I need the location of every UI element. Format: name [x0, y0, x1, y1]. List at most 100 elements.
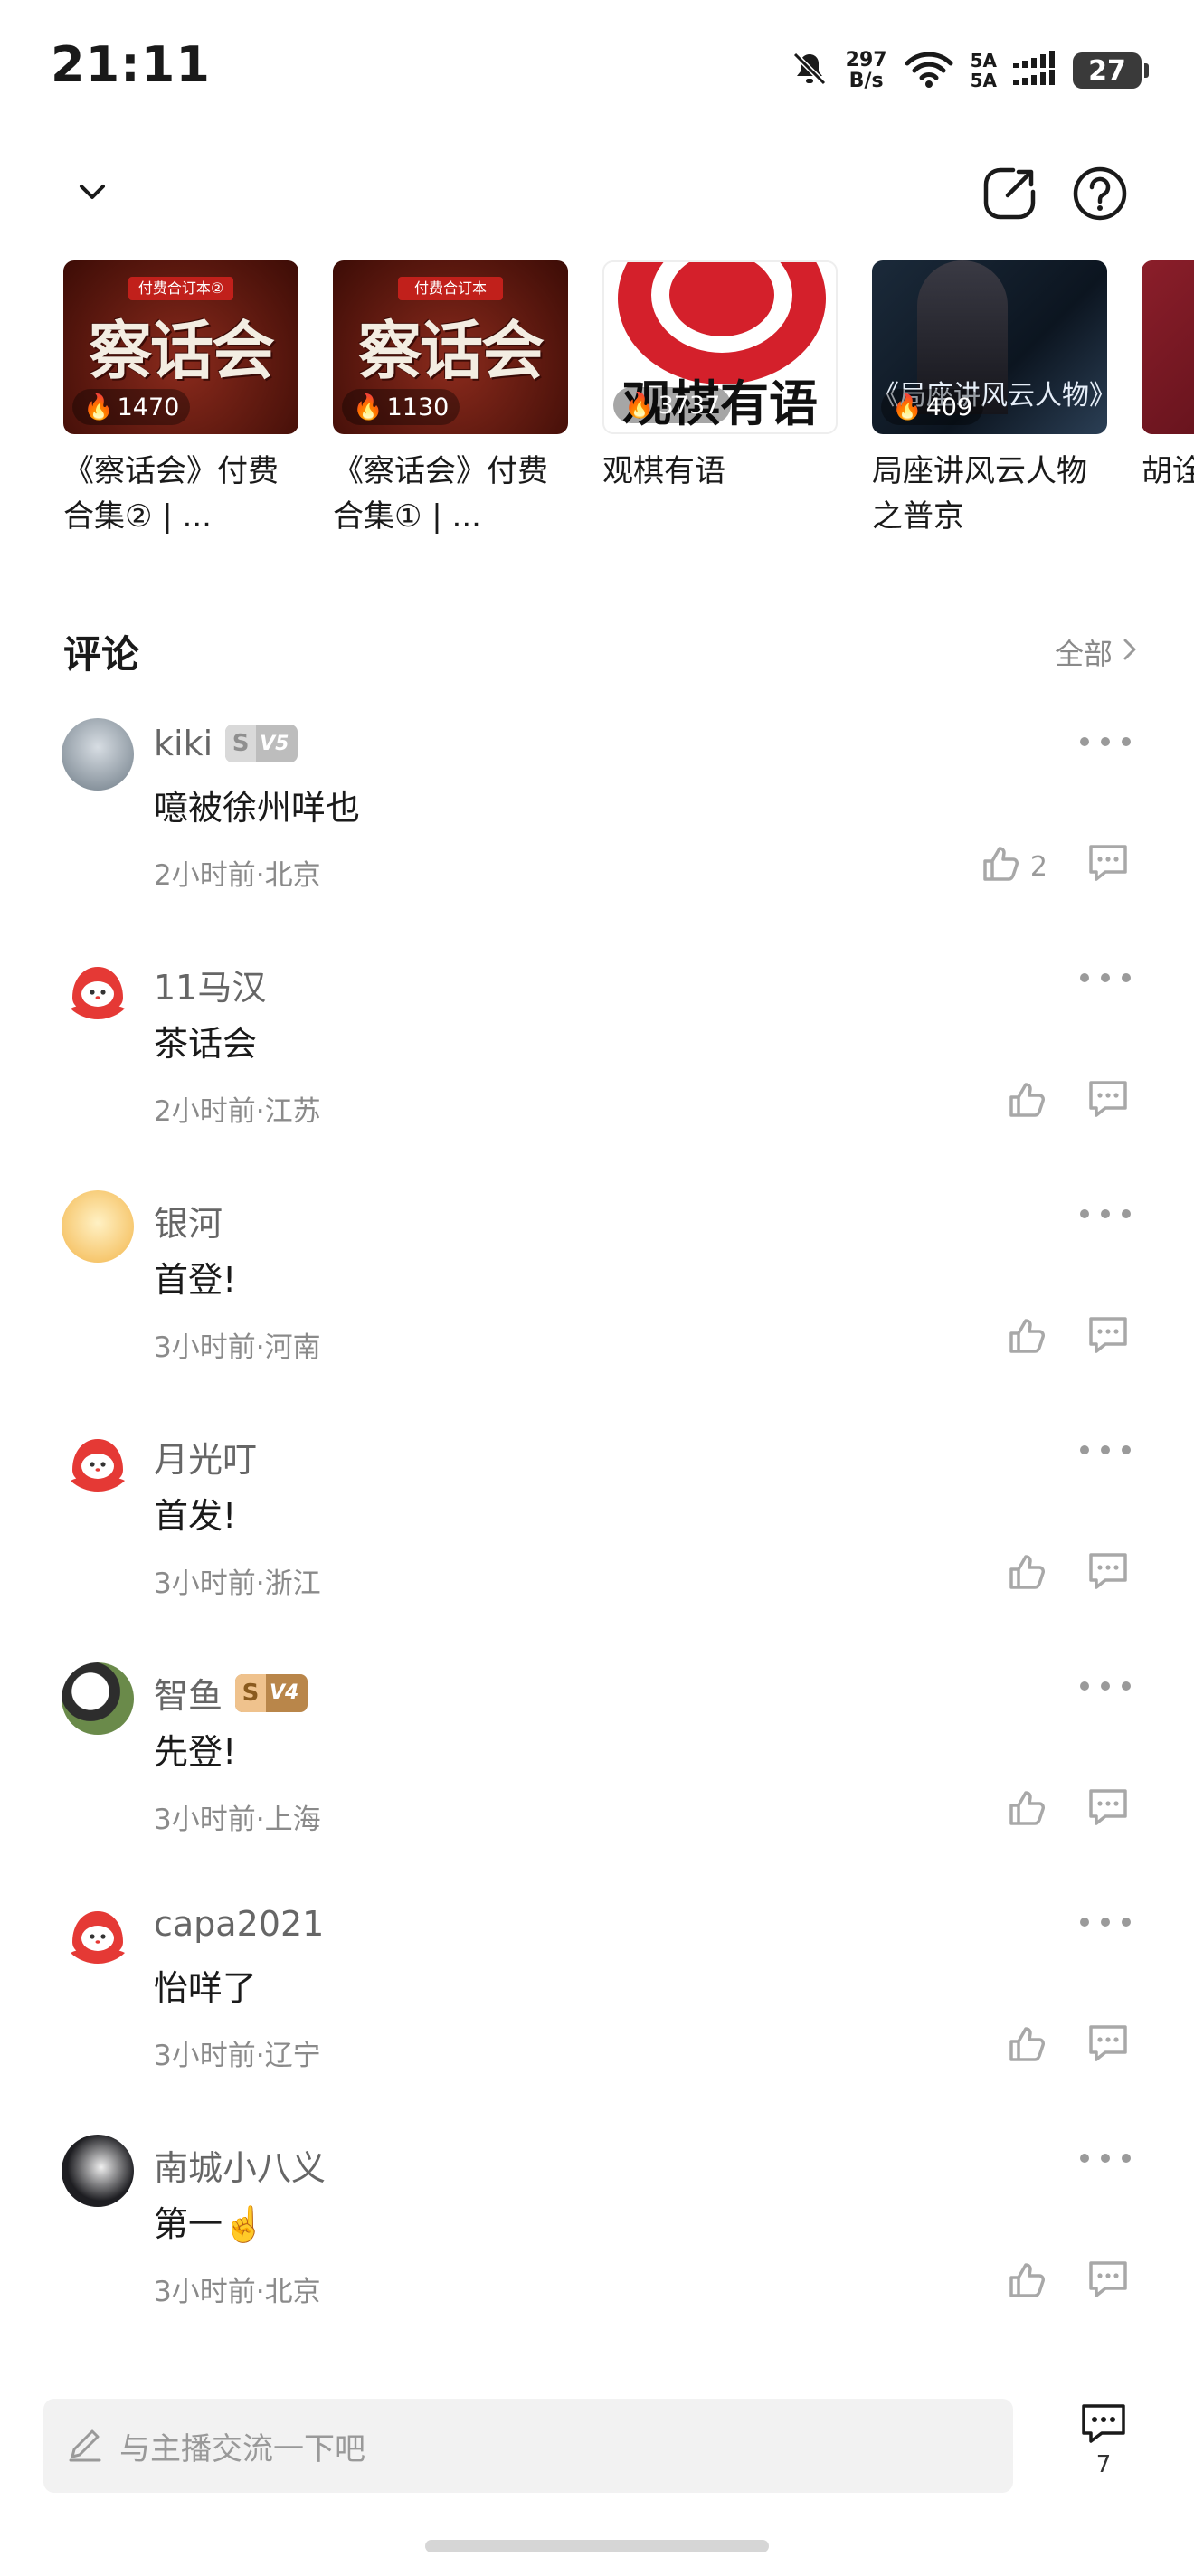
- share-button[interactable]: [977, 163, 1042, 228]
- dot-icon: [1101, 973, 1110, 982]
- like-button[interactable]: [1004, 1077, 1047, 1128]
- reply-button[interactable]: [1085, 1549, 1131, 1596]
- network-speed: 297 B/s: [846, 50, 887, 91]
- comment-meta: 3小时前·北京: [154, 2276, 321, 2308]
- more-options-button[interactable]: [1080, 1208, 1131, 1219]
- dot-icon: [1080, 2154, 1089, 2163]
- more-options-button[interactable]: [1080, 2153, 1131, 2164]
- dot-icon: [1122, 1209, 1131, 1218]
- see-all-comments-link[interactable]: 全部: [1055, 631, 1138, 673]
- vip-level: V5: [260, 732, 289, 755]
- more-options-button[interactable]: [1080, 1681, 1131, 1691]
- comment-text[interactable]: 先登!: [154, 1724, 236, 1774]
- vip-badge: S V5: [225, 724, 298, 762]
- play-count-value: 409: [925, 393, 973, 421]
- reply-button[interactable]: [1085, 841, 1131, 888]
- album-badge: 付费合订本②: [128, 277, 233, 300]
- avatar[interactable]: [62, 718, 134, 791]
- album-card[interactable]: 《局座讲风云人物》 🔥 409 局座讲风云人物之普京: [872, 260, 1107, 550]
- comment-text[interactable]: 第一☝️: [154, 2196, 265, 2246]
- album-cover: 《局座讲风云人物》 🔥 409: [872, 260, 1107, 434]
- comment-item: 11马汉 茶话会 2小时前·江苏: [0, 951, 1194, 1187]
- dot-icon: [1122, 2154, 1131, 2163]
- comment-text[interactable]: 噫被徐州咩也: [154, 780, 360, 829]
- more-options-button[interactable]: [1080, 972, 1131, 983]
- comments-title: 评论: [63, 632, 140, 677]
- comment-input-field[interactable]: 与主播交流一下吧: [43, 2399, 1013, 2493]
- comments-count: 7: [1095, 2451, 1112, 2478]
- reply-button[interactable]: [1085, 2022, 1131, 2069]
- comment-username[interactable]: 智鱼: [154, 1668, 223, 1718]
- more-options-button[interactable]: [1080, 1917, 1131, 1927]
- home-indicator[interactable]: [425, 2540, 769, 2552]
- avatar[interactable]: [62, 954, 134, 1027]
- reply-button[interactable]: [1085, 1785, 1131, 1833]
- like-button[interactable]: [1004, 1313, 1047, 1364]
- comment-username[interactable]: kiki: [154, 724, 213, 763]
- fire-icon: 🔥: [353, 393, 384, 421]
- album-card[interactable]: 观棋有语 🔥 3737 观棋有语: [602, 260, 838, 550]
- like-button[interactable]: [1004, 2022, 1047, 2072]
- more-options-button[interactable]: [1080, 736, 1131, 747]
- comment-text[interactable]: 茶话会: [154, 1016, 257, 1065]
- comment-username[interactable]: 银河: [154, 1196, 223, 1245]
- net-speed-unit: B/s: [848, 70, 884, 92]
- play-count: 🔥 1470: [72, 389, 191, 425]
- album-cover: 付费合订本 察话会 🔥 1130: [333, 260, 568, 434]
- dot-icon: [1101, 1445, 1110, 1454]
- dot-icon: [1122, 1918, 1131, 1927]
- comment-username[interactable]: 11马汉: [154, 960, 266, 1009]
- like-button[interactable]: [1004, 1549, 1047, 1600]
- avatar[interactable]: [62, 1662, 134, 1735]
- help-button[interactable]: [1067, 163, 1132, 228]
- dot-icon: [1080, 737, 1089, 746]
- comment-username-row: kiki S V5: [154, 724, 298, 763]
- album-card[interactable]: 付费合订本② 察话会 🔥 1470 《察话会》付费合集② | ...: [63, 260, 298, 550]
- dot-icon: [1101, 1918, 1110, 1927]
- avatar[interactable]: [62, 2135, 134, 2207]
- comment-item: kiki S V5 噫被徐州咩也 2小时前·北京 2: [0, 715, 1194, 951]
- comment-text[interactable]: 怡咩了: [154, 1960, 257, 2010]
- net-speed-value: 297: [845, 49, 887, 71]
- dot-icon: [1080, 1209, 1089, 1218]
- chevron-down-icon: [71, 170, 114, 217]
- comment-meta: 3小时前·辽宁: [154, 2040, 321, 2072]
- comment-meta: 3小时前·河南: [154, 1331, 321, 1364]
- comment-username[interactable]: 月光叮: [154, 1432, 257, 1482]
- reply-button[interactable]: [1085, 1077, 1131, 1124]
- bell-off-icon: [790, 49, 829, 92]
- comment-username[interactable]: capa2021: [154, 1904, 324, 1944]
- comment-username-row: 11马汉: [154, 960, 266, 1009]
- like-button[interactable]: 2: [978, 841, 1047, 892]
- comment-text[interactable]: 首发!: [154, 1488, 236, 1538]
- more-options-button[interactable]: [1080, 1444, 1131, 1455]
- like-button[interactable]: [1004, 2258, 1047, 2308]
- album-title: 胡诠: [1142, 453, 1194, 489]
- album-cover-text: 察话会: [358, 313, 545, 388]
- avatar[interactable]: [62, 1426, 134, 1499]
- collapse-button[interactable]: [63, 165, 121, 223]
- comment-username[interactable]: 南城小八义: [154, 2140, 326, 2190]
- album-card[interactable]: 胡诠: [1142, 260, 1194, 550]
- status-bar: 21:11 297 B/s 5A 5A 27: [0, 0, 1194, 136]
- like-button[interactable]: [1004, 1785, 1047, 1836]
- album-cover-text: 察话会: [89, 313, 275, 388]
- album-title: 《察话会》付费合集② | ...: [63, 453, 279, 535]
- avatar[interactable]: [62, 1899, 134, 1971]
- comment-item: capa2021 怡咩了 3小时前·辽宁: [0, 1895, 1194, 2131]
- signal-label-2: 5A: [970, 70, 997, 91]
- vip-s-mark: S: [225, 724, 257, 762]
- recommended-albums: 付费合订本② 察话会 🔥 1470 《察话会》付费合集② | ... 付费合订本 …: [63, 260, 1194, 550]
- play-count: 🔥 3737: [613, 387, 732, 423]
- avatar[interactable]: [62, 1190, 134, 1263]
- reply-button[interactable]: [1085, 1313, 1131, 1360]
- dot-icon: [1101, 1681, 1110, 1690]
- album-card[interactable]: 付费合订本 察话会 🔥 1130 《察话会》付费合集① | ...: [333, 260, 568, 550]
- comment-icon: [1085, 845, 1131, 888]
- comment-icon: [1078, 2404, 1129, 2449]
- comments-count-button[interactable]: 7: [1075, 2401, 1132, 2478]
- comment-text[interactable]: 首登!: [154, 1252, 236, 1302]
- comment-list: kiki S V5 噫被徐州咩也 2小时前·北京 2 11马汉 茶话会 2小时前·…: [0, 715, 1194, 2367]
- dot-icon: [1101, 2154, 1110, 2163]
- reply-button[interactable]: [1085, 2258, 1131, 2305]
